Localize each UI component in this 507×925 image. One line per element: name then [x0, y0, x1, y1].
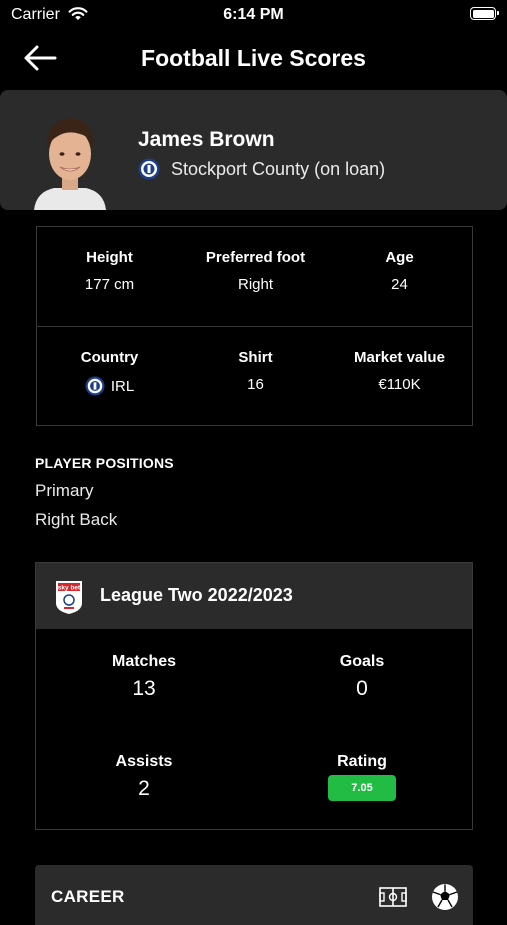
primary-position: Right Back [35, 510, 118, 529]
country-value: IRL [110, 377, 135, 395]
club-link[interactable]: Stockport County (on loan) [138, 158, 385, 180]
league-stats-card: sky bet League Two 2022/2023 Matches 13 … [35, 562, 473, 830]
primary-label: Primary [35, 481, 94, 500]
shirt-cell: Shirt 16 [183, 349, 328, 393]
matches-value: 13 [132, 677, 156, 700]
market-value-cell: Market value €110K [327, 349, 472, 393]
market-value-label: Market value [354, 349, 445, 366]
league-name: League Two 2022/2023 [100, 585, 293, 605]
assists-value: 2 [138, 777, 150, 800]
shirt-value: 16 [247, 376, 264, 393]
age-cell: Age 24 [327, 249, 472, 293]
navigation-bar: Football Live Scores [0, 30, 507, 88]
league-header[interactable]: sky bet League Two 2022/2023 [36, 563, 472, 629]
page-title: Football Live Scores [141, 45, 366, 71]
height-cell: Height 177 cm [37, 249, 182, 293]
country-label: Country [80, 349, 139, 366]
assists-stat: Assists 2 [54, 753, 234, 801]
league-logo-text: sky bet [58, 585, 81, 592]
height-label: Height [86, 249, 133, 266]
football-icon[interactable] [431, 883, 459, 911]
player-name: James Brown [138, 128, 275, 151]
rating-badge: 7.05 [328, 775, 396, 801]
pitch-icon[interactable] [379, 887, 407, 907]
country-cell: Country IRL [37, 349, 182, 396]
age-label: Age [385, 249, 414, 266]
goals-value: 0 [356, 677, 368, 700]
foot-cell: Preferred foot Right [183, 249, 328, 293]
career-section: CAREER [35, 865, 473, 925]
league-logo-icon: sky bet [54, 579, 84, 615]
battery-icon [470, 7, 499, 20]
rating-label: Rating [337, 753, 387, 770]
foot-value: Right [237, 276, 274, 293]
rating-stat: Rating 7.05 [272, 753, 452, 801]
shirt-label: Shirt [238, 349, 273, 366]
age-value: 24 [391, 276, 408, 293]
club-name: Stockport County (on loan) [171, 158, 386, 179]
foot-label: Preferred foot [205, 249, 306, 266]
matches-stat: Matches 13 [54, 653, 234, 701]
goals-stat: Goals 0 [272, 653, 452, 701]
country-flag-icon [85, 376, 105, 396]
assists-label: Assists [115, 753, 173, 770]
career-title: CAREER [51, 887, 125, 906]
info-divider [37, 326, 472, 327]
positions-heading: PLAYER POSITIONS [35, 455, 174, 471]
matches-label: Matches [111, 653, 177, 670]
goals-label: Goals [339, 653, 385, 670]
player-info-grid: Height 177 cm Preferred foot Right Age 2… [36, 226, 473, 426]
player-header: James Brown Stockport County (on loan) [0, 90, 507, 210]
player-photo [32, 110, 108, 210]
market-value: €110K [378, 376, 421, 393]
club-badge-icon [138, 158, 160, 180]
height-value: 177 cm [84, 276, 135, 293]
status-bar: Carrier 6:14 PM [0, 0, 507, 30]
clock: 6:14 PM [223, 6, 284, 23]
